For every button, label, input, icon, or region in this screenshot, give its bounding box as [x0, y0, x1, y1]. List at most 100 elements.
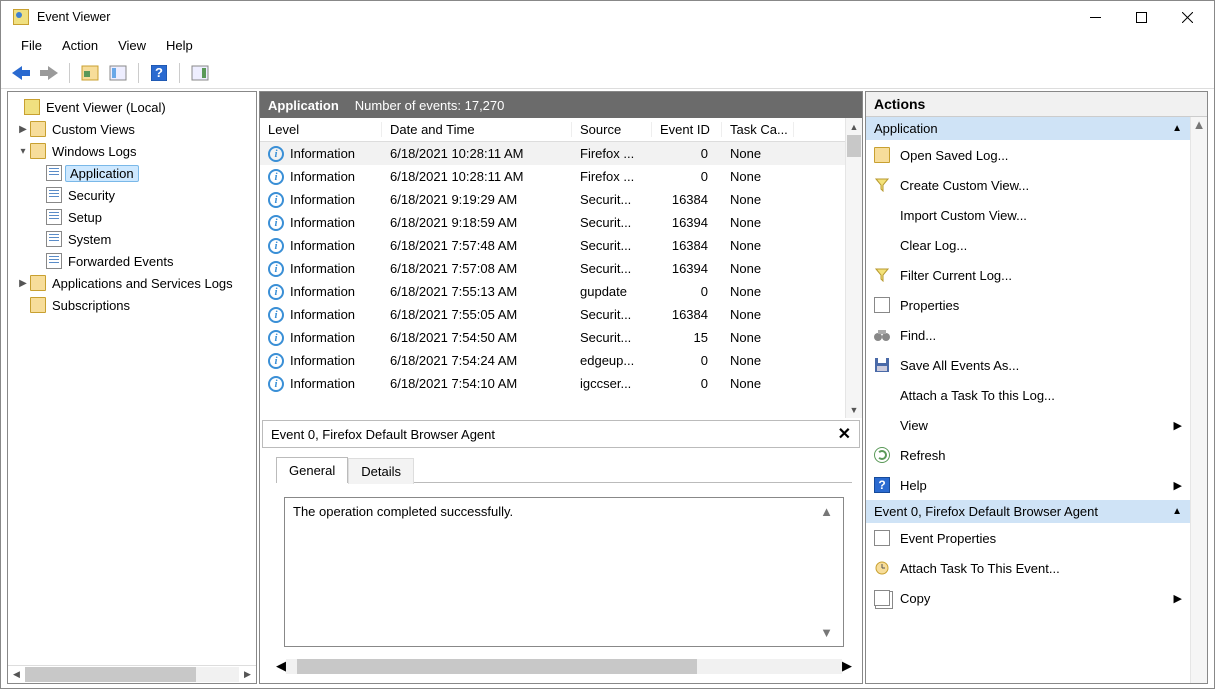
actions-group-application[interactable]: Application▲: [866, 117, 1190, 140]
event-row[interactable]: iInformation6/18/2021 7:55:05 AMSecurit.…: [260, 303, 845, 326]
action-import-custom-view[interactable]: Import Custom View...: [866, 200, 1190, 230]
action-refresh[interactable]: Refresh: [866, 440, 1190, 470]
scroll-left-icon[interactable]: ◀: [8, 666, 25, 683]
event-row[interactable]: iInformation6/18/2021 7:57:08 AMSecurit.…: [260, 257, 845, 280]
tree-item-security[interactable]: Security: [8, 184, 256, 206]
tree-custom-views[interactable]: ▶Custom Views: [8, 118, 256, 140]
action-help-submenu[interactable]: ?Help▶: [866, 470, 1190, 500]
event-row[interactable]: iInformation6/18/2021 7:54:50 AMSecurit.…: [260, 326, 845, 349]
cell-event-id: 0: [652, 376, 722, 391]
clock-icon: [874, 560, 890, 576]
tree[interactable]: Event Viewer (Local) ▶Custom Views ▾Wind…: [8, 92, 256, 665]
column-headers[interactable]: Level Date and Time Source Event ID Task…: [260, 118, 845, 142]
action-open-saved-log[interactable]: Open Saved Log...: [866, 140, 1190, 170]
expand-icon[interactable]: ▶: [16, 278, 30, 289]
scroll-right-icon[interactable]: ▶: [239, 666, 256, 683]
show-tree-button[interactable]: [78, 61, 102, 85]
col-event-id[interactable]: Event ID: [652, 122, 722, 137]
actions-vscrollbar[interactable]: ▲: [1190, 117, 1207, 683]
event-row[interactable]: iInformation6/18/2021 7:55:13 AMgupdate0…: [260, 280, 845, 303]
cell-level: Information: [290, 353, 355, 368]
scroll-down-icon[interactable]: ▼: [846, 401, 862, 418]
menu-file[interactable]: File: [11, 35, 52, 56]
tree-item-setup[interactable]: Setup: [8, 206, 256, 228]
detail-hscrollbar[interactable]: ◀ ▶: [276, 657, 852, 675]
action-properties[interactable]: Properties: [866, 290, 1190, 320]
action-event-attach-task[interactable]: Attach Task To This Event...: [866, 553, 1190, 583]
tree-windows-logs[interactable]: ▾Windows Logs: [8, 140, 256, 162]
tab-general[interactable]: General: [276, 457, 348, 483]
menu-bar: File Action View Help: [1, 33, 1214, 57]
title-bar: Event Viewer: [1, 1, 1214, 33]
collapse-icon[interactable]: ▲: [1172, 123, 1182, 134]
tree-apps-services[interactable]: ▶Applications and Services Logs: [8, 272, 256, 294]
cell-task: None: [722, 146, 794, 161]
col-level[interactable]: Level: [260, 122, 382, 137]
action-attach-task[interactable]: Attach a Task To this Log...: [866, 380, 1190, 410]
tab-details[interactable]: Details: [348, 458, 414, 484]
close-button[interactable]: [1164, 2, 1210, 32]
action-clear-log[interactable]: Clear Log...: [866, 230, 1190, 260]
tree-item-forwarded[interactable]: Forwarded Events: [8, 250, 256, 272]
event-row[interactable]: iInformation6/18/2021 10:28:11 AMFirefox…: [260, 165, 845, 188]
action-view-submenu[interactable]: View▶: [866, 410, 1190, 440]
cell-source: Securit...: [572, 307, 652, 322]
action-pane-button[interactable]: [188, 61, 212, 85]
tree-root[interactable]: Event Viewer (Local): [8, 96, 256, 118]
menu-view[interactable]: View: [108, 35, 156, 56]
scroll-right-icon[interactable]: ▶: [842, 658, 852, 674]
event-row[interactable]: iInformation6/18/2021 9:18:59 AMSecurit.…: [260, 211, 845, 234]
menu-help[interactable]: Help: [156, 35, 203, 56]
collapse-icon[interactable]: ▾: [16, 146, 30, 157]
folder-icon: [30, 297, 46, 313]
tree-item-system[interactable]: System: [8, 228, 256, 250]
folder-open-icon: [874, 147, 890, 163]
close-detail-button[interactable]: ✕: [838, 424, 851, 444]
help-button[interactable]: ?: [147, 61, 171, 85]
properties-button[interactable]: [106, 61, 130, 85]
actions-group-event[interactable]: Event 0, Firefox Default Browser Agent▲: [866, 500, 1190, 523]
event-row[interactable]: iInformation6/18/2021 7:54:10 AMigccser.…: [260, 372, 845, 395]
expand-icon[interactable]: ▶: [16, 124, 30, 135]
collapse-icon[interactable]: ▲: [1172, 506, 1182, 517]
toolbar: ?: [1, 57, 1214, 89]
blank-icon: [874, 417, 890, 433]
back-button[interactable]: [9, 61, 33, 85]
scroll-left-icon[interactable]: ◀: [276, 658, 286, 674]
event-row[interactable]: iInformation6/18/2021 10:28:11 AMFirefox…: [260, 142, 845, 165]
action-filter-log[interactable]: Filter Current Log...: [866, 260, 1190, 290]
event-row[interactable]: iInformation6/18/2021 9:19:29 AMSecurit.…: [260, 188, 845, 211]
tree-subscriptions[interactable]: Subscriptions: [8, 294, 256, 316]
minimize-button[interactable]: [1072, 2, 1118, 32]
detail-vscrollbar[interactable]: ▲▼: [818, 504, 835, 640]
scroll-down-icon[interactable]: ▼: [820, 625, 833, 640]
cell-source: gupdate: [572, 284, 652, 299]
detail-body: The operation completed successfully. ▲▼: [276, 482, 852, 653]
col-source[interactable]: Source: [572, 122, 652, 137]
menu-action[interactable]: Action: [52, 35, 108, 56]
cell-source: Firefox ...: [572, 146, 652, 161]
events-vscrollbar[interactable]: ▲ ▼: [845, 118, 862, 418]
toolbar-separator: [69, 63, 70, 83]
action-create-custom-view[interactable]: Create Custom View...: [866, 170, 1190, 200]
forward-button[interactable]: [37, 61, 61, 85]
tree-item-application[interactable]: Application: [8, 162, 256, 184]
scroll-up-icon[interactable]: ▲: [820, 504, 833, 519]
information-icon: i: [268, 284, 284, 300]
svg-text:?: ?: [155, 65, 163, 80]
scroll-up-icon[interactable]: ▲: [1193, 117, 1206, 132]
action-find[interactable]: Find...: [866, 320, 1190, 350]
maximize-button[interactable]: [1118, 2, 1164, 32]
col-date[interactable]: Date and Time: [382, 122, 572, 137]
event-rows[interactable]: iInformation6/18/2021 10:28:11 AMFirefox…: [260, 142, 845, 418]
blank-icon: [874, 387, 890, 403]
action-copy-submenu[interactable]: Copy▶: [866, 583, 1190, 613]
tree-hscrollbar[interactable]: ◀ ▶: [8, 665, 256, 683]
scroll-up-icon[interactable]: ▲: [846, 118, 862, 135]
col-task[interactable]: Task Ca...: [722, 122, 794, 137]
action-save-all[interactable]: Save All Events As...: [866, 350, 1190, 380]
action-event-properties[interactable]: Event Properties: [866, 523, 1190, 553]
event-row[interactable]: iInformation6/18/2021 7:54:24 AMedgeup..…: [260, 349, 845, 372]
event-row[interactable]: iInformation6/18/2021 7:57:48 AMSecurit.…: [260, 234, 845, 257]
cell-date: 6/18/2021 7:54:24 AM: [382, 353, 572, 368]
